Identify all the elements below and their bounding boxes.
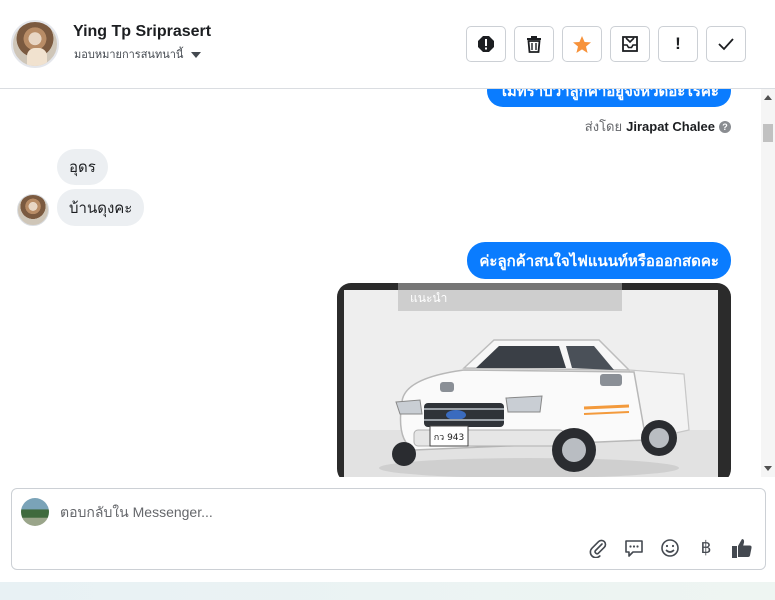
baht-icon: ฿ (700, 538, 712, 557)
caret-down-icon (191, 51, 202, 58)
sent-by-note: ส่งโดย Jirapat Chalee ? (585, 116, 731, 137)
incoming-message-bubble[interactable]: บ้านดุงคะ (57, 189, 145, 226)
contact-avatar[interactable] (11, 20, 59, 68)
composer-toolbar: ฿ (587, 537, 753, 559)
mark-unread-icon (622, 36, 638, 52)
thread-scrollbar[interactable] (761, 89, 775, 477)
trash-icon (527, 36, 541, 53)
message-thread[interactable]: ไม่ทราบว่าลูกค้าอยู่จังหวัดอะไรคะ ส่งโดย… (0, 89, 761, 477)
outgoing-message-bubble[interactable]: ค่ะลูกค้าสนใจไฟแนนท์หรือออกสดคะ (467, 242, 731, 279)
conversation-toolbar: ! (466, 26, 746, 62)
pickup-truck-image: กว 943 (344, 290, 718, 477)
incoming-message-bubble[interactable]: อุดร (57, 149, 108, 185)
contact-avatar-small[interactable] (17, 194, 49, 226)
report-button[interactable] (466, 26, 506, 62)
scrollbar-thumb[interactable] (763, 124, 773, 142)
scroll-up-arrow-icon[interactable] (764, 95, 772, 100)
conversation-header: Ying Tp Sriprasert มอบหมายการสนทนานี้ ! (0, 0, 775, 89)
assign-label: มอบหมายการสนทนานี้ (74, 49, 184, 61)
help-icon[interactable]: ? (719, 120, 731, 133)
messenger-conversation-panel: Ying Tp Sriprasert มอบหมายการสนทนานี้ ! … (0, 0, 775, 600)
image-attachment[interactable]: กว 943 แนะนำ (337, 283, 731, 477)
sent-by-name[interactable]: Jirapat Chalee (626, 119, 715, 134)
truck-photo: กว 943 (344, 290, 718, 477)
report-icon (478, 36, 494, 52)
exclamation-icon: ! (675, 34, 681, 53)
sent-by-prefix: ส่งโดย (584, 119, 623, 134)
paperclip-icon (589, 539, 607, 558)
check-icon (718, 38, 734, 51)
saved-replies-button[interactable] (623, 537, 645, 559)
reply-composer: ฿ (11, 488, 766, 570)
emoji-button[interactable] (659, 537, 681, 559)
mark-unread-button[interactable] (610, 26, 650, 62)
like-button[interactable] (731, 537, 753, 559)
outgoing-message-bubble[interactable]: ไม่ทราบว่าลูกค้าอยู่จังหวัดอะไรคะ (487, 89, 731, 107)
attach-button[interactable] (587, 537, 609, 559)
mark-done-button[interactable] (706, 26, 746, 62)
page-footer-strip (0, 582, 775, 600)
delete-button[interactable] (514, 26, 554, 62)
contact-name[interactable]: Ying Tp Sriprasert (73, 23, 211, 41)
chat-bubble-icon (625, 540, 643, 557)
assign-conversation-dropdown[interactable]: มอบหมายการสนทนานี้ (74, 45, 202, 63)
image-overlay-caption: แนะนำ (398, 283, 622, 311)
star-icon (573, 35, 591, 53)
smiley-icon (661, 539, 679, 557)
thumbs-up-icon (732, 539, 752, 558)
license-plate: กว 943 (434, 433, 465, 443)
flag-button[interactable]: ! (658, 26, 698, 62)
payment-button[interactable]: ฿ (695, 537, 717, 559)
star-button[interactable] (562, 26, 602, 62)
reply-input[interactable] (60, 501, 660, 523)
page-avatar (21, 498, 49, 526)
scroll-down-arrow-icon[interactable] (764, 466, 772, 471)
